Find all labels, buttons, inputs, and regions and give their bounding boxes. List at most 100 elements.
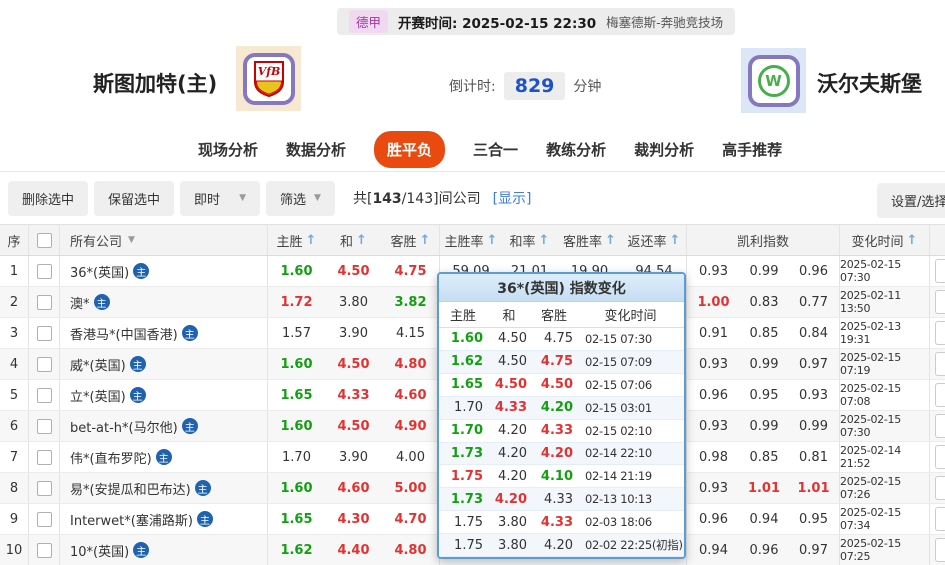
kelly-cell: 0.95 [749,387,779,403]
popup-row: 1.62 4.50 4.75 02-15 07:09 [439,350,684,374]
trend-button[interactable] [935,445,945,469]
away-odds-cell[interactable]: 4.90 [382,411,440,441]
league-badge: 德甲 [349,10,389,33]
row-checkbox[interactable] [36,356,52,372]
draw-odds-cell[interactable]: 3.80 [325,287,382,317]
row-checkbox[interactable] [36,480,52,496]
col-home-rate[interactable]: 主胜率 ↑ [440,225,502,255]
draw-odds-cell[interactable]: 4.60 [325,473,382,503]
popup-home-odds: 1.70 [450,423,483,439]
home-odds-cell[interactable]: 1.70 [268,442,325,472]
tab-live-analysis[interactable]: 现场分析 [198,139,258,160]
tab-three-in-one[interactable]: 三合一 [473,139,518,160]
row-checkbox[interactable] [36,263,52,279]
draw-odds-cell[interactable]: 4.33 [325,380,382,410]
row-checkbox[interactable] [36,542,52,558]
trend-button[interactable] [935,290,945,314]
col-company[interactable]: 所有公司 ▼ [60,225,268,255]
col-away-rate[interactable]: 客胜率 ↑ [557,225,622,255]
away-odds-cell[interactable]: 4.75 [382,256,440,286]
trend-button[interactable] [935,476,945,500]
row-checkbox[interactable] [36,325,52,341]
trend-button[interactable] [935,352,945,376]
popup-col-away: 客胜 [540,309,567,324]
row-seq: 3 [0,318,29,348]
col-away-odds[interactable]: 客胜 ↑ [382,225,440,255]
row-checkbox[interactable] [36,294,52,310]
home-odds-cell[interactable]: 1.60 [268,411,325,441]
home-odds-cell[interactable]: 1.65 [268,504,325,534]
col-change-time[interactable]: 变化时间 ↑ [840,225,930,255]
popup-home-odds: 1.65 [450,377,483,393]
col-draw-odds[interactable]: 和 ↑ [325,225,382,255]
company-cell[interactable]: 10*(英国) 主 [60,535,268,565]
tab-coach-analysis[interactable]: 教练分析 [546,139,606,160]
home-odds-cell[interactable]: 1.62 [268,535,325,565]
draw-odds-cell[interactable]: 4.30 [325,504,382,534]
show-link[interactable]: [显示] [493,188,532,208]
draw-odds-cell[interactable]: 3.90 [325,442,382,472]
company-cell[interactable]: 36*(英国) 主 [60,256,268,286]
tab-referee-analysis[interactable]: 裁判分析 [634,139,694,160]
filter-dropdown[interactable]: 筛选 ▼ [266,180,335,216]
company-cell[interactable]: 伟*(直布罗陀) 主 [60,442,268,472]
delete-selected-button[interactable]: 删除选中 [8,180,89,216]
tab-win-draw-lose[interactable]: 胜平负 [374,131,446,168]
tab-expert-recommend[interactable]: 高手推荐 [722,139,782,160]
away-odds-cell[interactable]: 4.15 [382,318,440,348]
company-cell[interactable]: 威*(英国) 主 [60,349,268,379]
settings-select-button[interactable]: 设置/选择 [877,183,945,218]
company-cell[interactable]: 香港马*(中国香港) 主 [60,318,268,348]
popup-draw-odds: 3.80 [498,537,527,553]
kelly-cell: 0.85 [749,449,779,465]
trend-button[interactable] [935,414,945,438]
row-checkbox[interactable] [36,418,52,434]
away-odds-cell[interactable]: 4.00 [382,442,440,472]
company-cell[interactable]: bet-at-h*(马尔他) 主 [60,411,268,441]
tab-data-analysis[interactable]: 数据分析 [286,139,346,160]
home-odds-cell[interactable]: 1.72 [268,287,325,317]
home-odds-cell[interactable]: 1.60 [268,256,325,286]
trend-button[interactable] [935,321,945,345]
home-marker-icon: 主 [194,480,211,496]
col-return-rate[interactable]: 返还率 ↑ [622,225,687,255]
trend-button[interactable] [935,383,945,407]
col-draw-rate[interactable]: 和率 ↑ [502,225,557,255]
home-odds-cell[interactable]: 1.60 [268,473,325,503]
draw-odds-cell[interactable]: 4.50 [325,411,382,441]
away-odds-cell[interactable]: 4.70 [382,504,440,534]
col-home-odds[interactable]: 主胜 ↑ [268,225,325,255]
company-cell[interactable]: 立*(英国) 主 [60,380,268,410]
trend-button[interactable] [935,507,945,531]
row-checkbox[interactable] [36,511,52,527]
row-checkbox[interactable] [36,449,52,465]
company-name: 香港马*(中国香港) [70,327,178,343]
home-odds-cell[interactable]: 1.57 [268,318,325,348]
draw-odds-cell[interactable]: 4.40 [325,535,382,565]
row-checkbox[interactable] [36,387,52,403]
kelly-cell: 1.01 [747,480,781,496]
draw-odds-cell[interactable]: 4.50 [325,256,382,286]
kelly-cell: 0.93 [788,380,840,410]
change-time-cell: 2025-02-15 07:30 [840,256,930,286]
select-all-checkbox[interactable] [36,232,52,248]
kelly-cell: 0.97 [788,349,840,379]
trend-button[interactable] [935,259,945,283]
keep-selected-button[interactable]: 保留选中 [94,180,175,216]
draw-odds-cell[interactable]: 4.50 [325,349,382,379]
home-odds-cell[interactable]: 1.60 [268,349,325,379]
company-cell[interactable]: 澳* 主 [60,287,268,317]
company-cell[interactable]: Interwet*(塞浦路斯) 主 [60,504,268,534]
away-odds-cell[interactable]: 4.80 [382,349,440,379]
draw-odds-cell[interactable]: 3.90 [325,318,382,348]
away-odds-cell[interactable]: 4.60 [382,380,440,410]
company-name: 立*(英国) [70,389,126,405]
kelly-cell: 0.99 [788,411,840,441]
away-odds-cell[interactable]: 5.00 [382,473,440,503]
trend-button[interactable] [935,538,945,562]
away-odds-cell[interactable]: 3.82 [382,287,440,317]
company-cell[interactable]: 易*(安提瓜和巴布达) 主 [60,473,268,503]
instant-odds-dropdown[interactable]: 即时 ▼ [180,180,261,216]
away-odds-cell[interactable]: 4.80 [382,535,440,565]
home-odds-cell[interactable]: 1.65 [268,380,325,410]
